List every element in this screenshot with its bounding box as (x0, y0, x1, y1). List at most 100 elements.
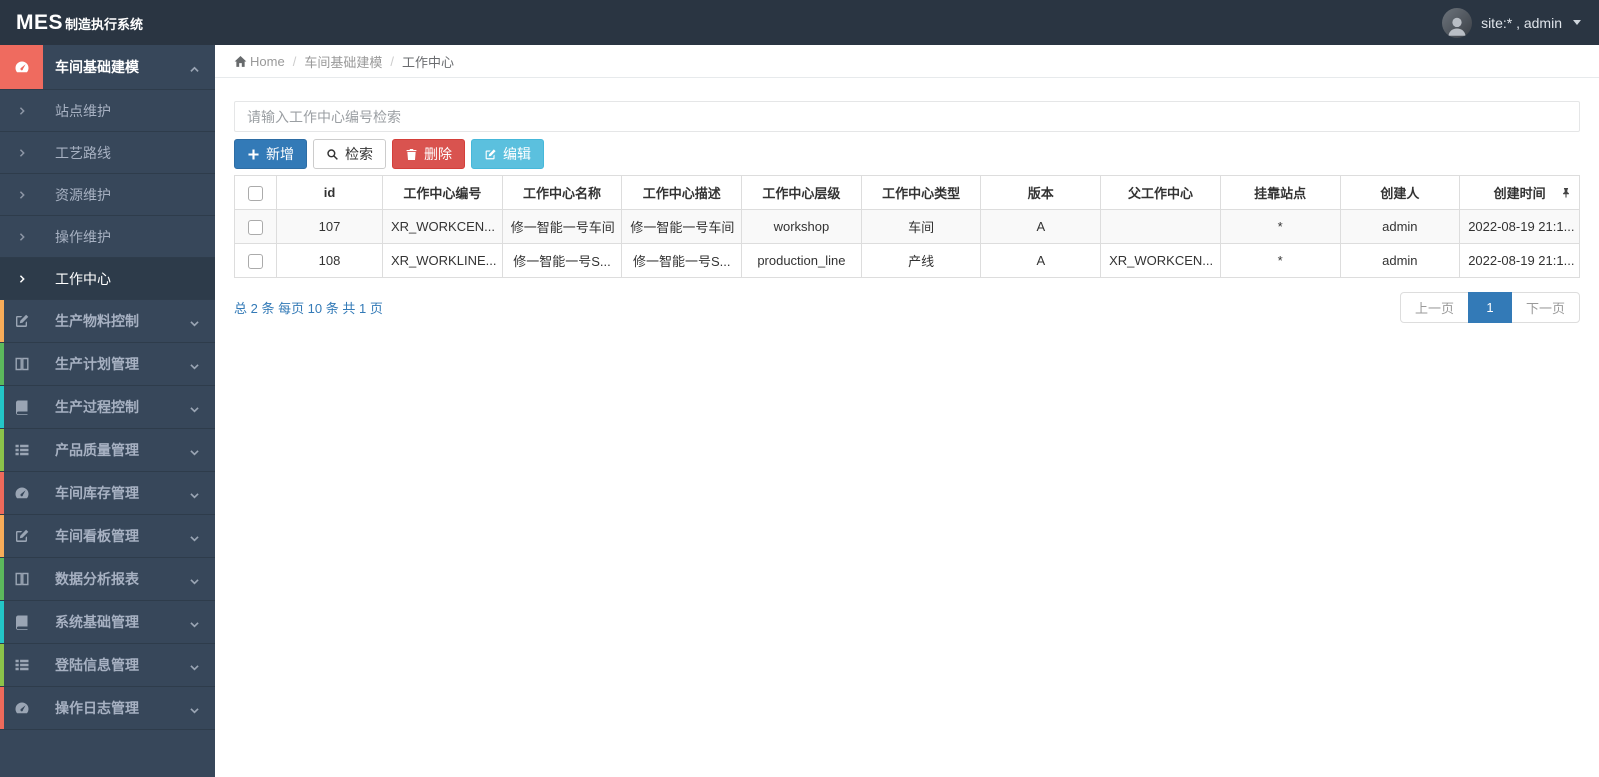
chevron-down-icon (189, 488, 200, 499)
sidebar-subitem-label: 站点维护 (55, 102, 111, 119)
accent-strip (0, 343, 4, 385)
sidebar-item-label: 生产物料控制 (55, 313, 139, 329)
pushpin-icon[interactable] (1560, 187, 1572, 199)
sidebar-subitem-resource-maintenance[interactable]: 资源维护 (0, 174, 215, 216)
next-page-button[interactable]: 下一页 (1510, 292, 1580, 323)
breadcrumb-current-page: 工作中心 (401, 54, 454, 70)
column-header-station: 挂靠站点 (1219, 175, 1341, 210)
delete-button[interactable]: 删除 (392, 139, 465, 169)
sidebar-item-operation-log-management[interactable]: 操作日志管理 (0, 687, 215, 730)
sidebar-subitem-label: 资源维护 (55, 186, 111, 203)
sidebar-item-label: 登陆信息管理 (55, 657, 139, 673)
cell-level: workshop (741, 209, 862, 244)
chevron-right-icon (0, 232, 43, 242)
cell-code: XR_WORKCEN... (382, 209, 503, 244)
cell-creator: admin (1339, 209, 1461, 244)
sidebar-item-label: 生产计划管理 (55, 356, 139, 372)
breadcrumb-home-link[interactable]: Home (234, 54, 285, 69)
breadcrumb: Home / 车间基础建模 / 工作中心 (215, 45, 1599, 78)
table-header-row: id 工作中心编号 工作中心名称 工作中心描述 工作中心层级 工作中心类型 版本… (234, 175, 1580, 210)
prev-page-button[interactable]: 上一页 (1399, 292, 1469, 323)
pagination-bar: 总 2 条 每页 10 条 共 1 页 上一页 1 下一页 (234, 292, 1580, 323)
accent-strip (0, 300, 4, 342)
chevron-down-icon (189, 531, 200, 542)
table-row[interactable]: 107 XR_WORKCEN... 修一智能一号车间 修一智能一号车间 work… (234, 209, 1580, 244)
search-button[interactable]: 检索 (313, 139, 386, 169)
page-1-button[interactable]: 1 (1467, 292, 1512, 323)
sidebar: 车间基础建模 站点维护 工艺路线 资源维护 操作维护 工作中心 生产物料控制 生… (0, 45, 215, 777)
sidebar-item-board-management[interactable]: 车间看板管理 (0, 515, 215, 558)
row-checkbox[interactable] (248, 253, 263, 269)
column-header-creator: 创建人 (1339, 175, 1461, 210)
chevron-down-icon (189, 574, 200, 585)
user-menu[interactable]: site:* , admin (1442, 7, 1581, 38)
sidebar-item-quality-management[interactable]: 产品质量管理 (0, 429, 215, 472)
user-avatar (1442, 7, 1473, 38)
sidebar-item-plan-management[interactable]: 生产计划管理 (0, 343, 215, 386)
sidebar-item-inventory-management[interactable]: 车间库存管理 (0, 472, 215, 515)
chevron-down-icon (189, 359, 200, 370)
cell-name: 修一智能一号车间 (501, 209, 623, 244)
edit-icon (484, 148, 497, 161)
select-all-cell (234, 175, 277, 210)
sidebar-item-login-info-management[interactable]: 登陆信息管理 (0, 644, 215, 687)
chevron-down-icon (189, 445, 200, 456)
accent-strip (0, 386, 4, 428)
chevron-down-icon (189, 402, 200, 413)
cell-id: 108 (276, 243, 383, 278)
row-checkbox[interactable] (248, 219, 263, 235)
pagination-controls: 上一页 1 下一页 (1399, 292, 1580, 323)
sidebar-item-workshop-modeling[interactable]: 车间基础建模 (0, 45, 215, 90)
edit-button[interactable]: 编辑 (471, 139, 544, 169)
chevron-down-icon (189, 703, 200, 714)
cell-created-time: 2022-08-19 21:1... (1459, 209, 1580, 244)
dashboard-icon (0, 45, 43, 89)
sidebar-item-label: 产品质量管理 (55, 442, 139, 458)
column-header-label: 创建时间 (1493, 186, 1546, 201)
accent-strip (0, 644, 4, 686)
user-icon (1445, 14, 1469, 38)
sidebar-item-material-control[interactable]: 生产物料控制 (0, 300, 215, 343)
column-header-id: id (276, 175, 383, 210)
sidebar-item-process-control[interactable]: 生产过程控制 (0, 386, 215, 429)
sidebar-item-label: 生产过程控制 (55, 399, 139, 415)
search-input[interactable] (234, 101, 1580, 132)
cell-created-time: 2022-08-19 21:1... (1459, 243, 1580, 278)
column-header-parent: 父工作中心 (1100, 175, 1221, 210)
dashboard-icon (0, 687, 43, 729)
user-label: site:* , admin (1481, 14, 1562, 31)
columns-icon (0, 558, 43, 600)
add-button[interactable]: 新增 (234, 139, 307, 169)
edit-icon (0, 300, 43, 342)
column-header-description: 工作中心描述 (621, 175, 743, 210)
sidebar-subitem-station-maintenance[interactable]: 站点维护 (0, 90, 215, 132)
chevron-down-icon (189, 617, 200, 628)
cell-name: 修一智能一号S... (501, 243, 623, 278)
sidebar-subitem-work-center[interactable]: 工作中心 (0, 258, 215, 300)
work-center-table: id 工作中心编号 工作中心名称 工作中心描述 工作中心层级 工作中心类型 版本… (234, 175, 1580, 278)
cell-version: A (980, 243, 1102, 278)
cell-id: 107 (276, 209, 383, 244)
select-all-checkbox[interactable] (248, 185, 263, 201)
add-button-label: 新增 (266, 146, 294, 162)
cell-code: XR_WORKLINE... (382, 243, 503, 278)
accent-strip (0, 601, 4, 643)
table-row[interactable]: 108 XR_WORKLINE... 修一智能一号S... 修一智能一号S...… (234, 243, 1580, 278)
sidebar-subitem-operation-maintenance[interactable]: 操作维护 (0, 216, 215, 258)
chevron-down-icon (189, 316, 200, 327)
sidebar-subitem-label: 工作中心 (55, 270, 111, 287)
sidebar-subitem-process-route[interactable]: 工艺路线 (0, 132, 215, 174)
chevron-right-icon (0, 190, 43, 200)
cell-parent: XR_WORKCEN... (1100, 243, 1221, 278)
trash-icon (405, 148, 418, 161)
home-icon (234, 55, 247, 68)
cell-description: 修一智能一号S... (621, 243, 743, 278)
sidebar-item-system-management[interactable]: 系统基础管理 (0, 601, 215, 644)
sidebar-item-analytics-reports[interactable]: 数据分析报表 (0, 558, 215, 601)
app-window: MES 制造执行系统 site:* , admin 车间基础建模 站点维护 工艺… (0, 0, 1599, 777)
sidebar-item-label: 车间看板管理 (55, 528, 139, 544)
edit-button-label: 编辑 (503, 146, 531, 162)
column-header-code: 工作中心编号 (382, 175, 503, 210)
column-header-name: 工作中心名称 (501, 175, 623, 210)
chevron-right-icon (0, 106, 43, 116)
